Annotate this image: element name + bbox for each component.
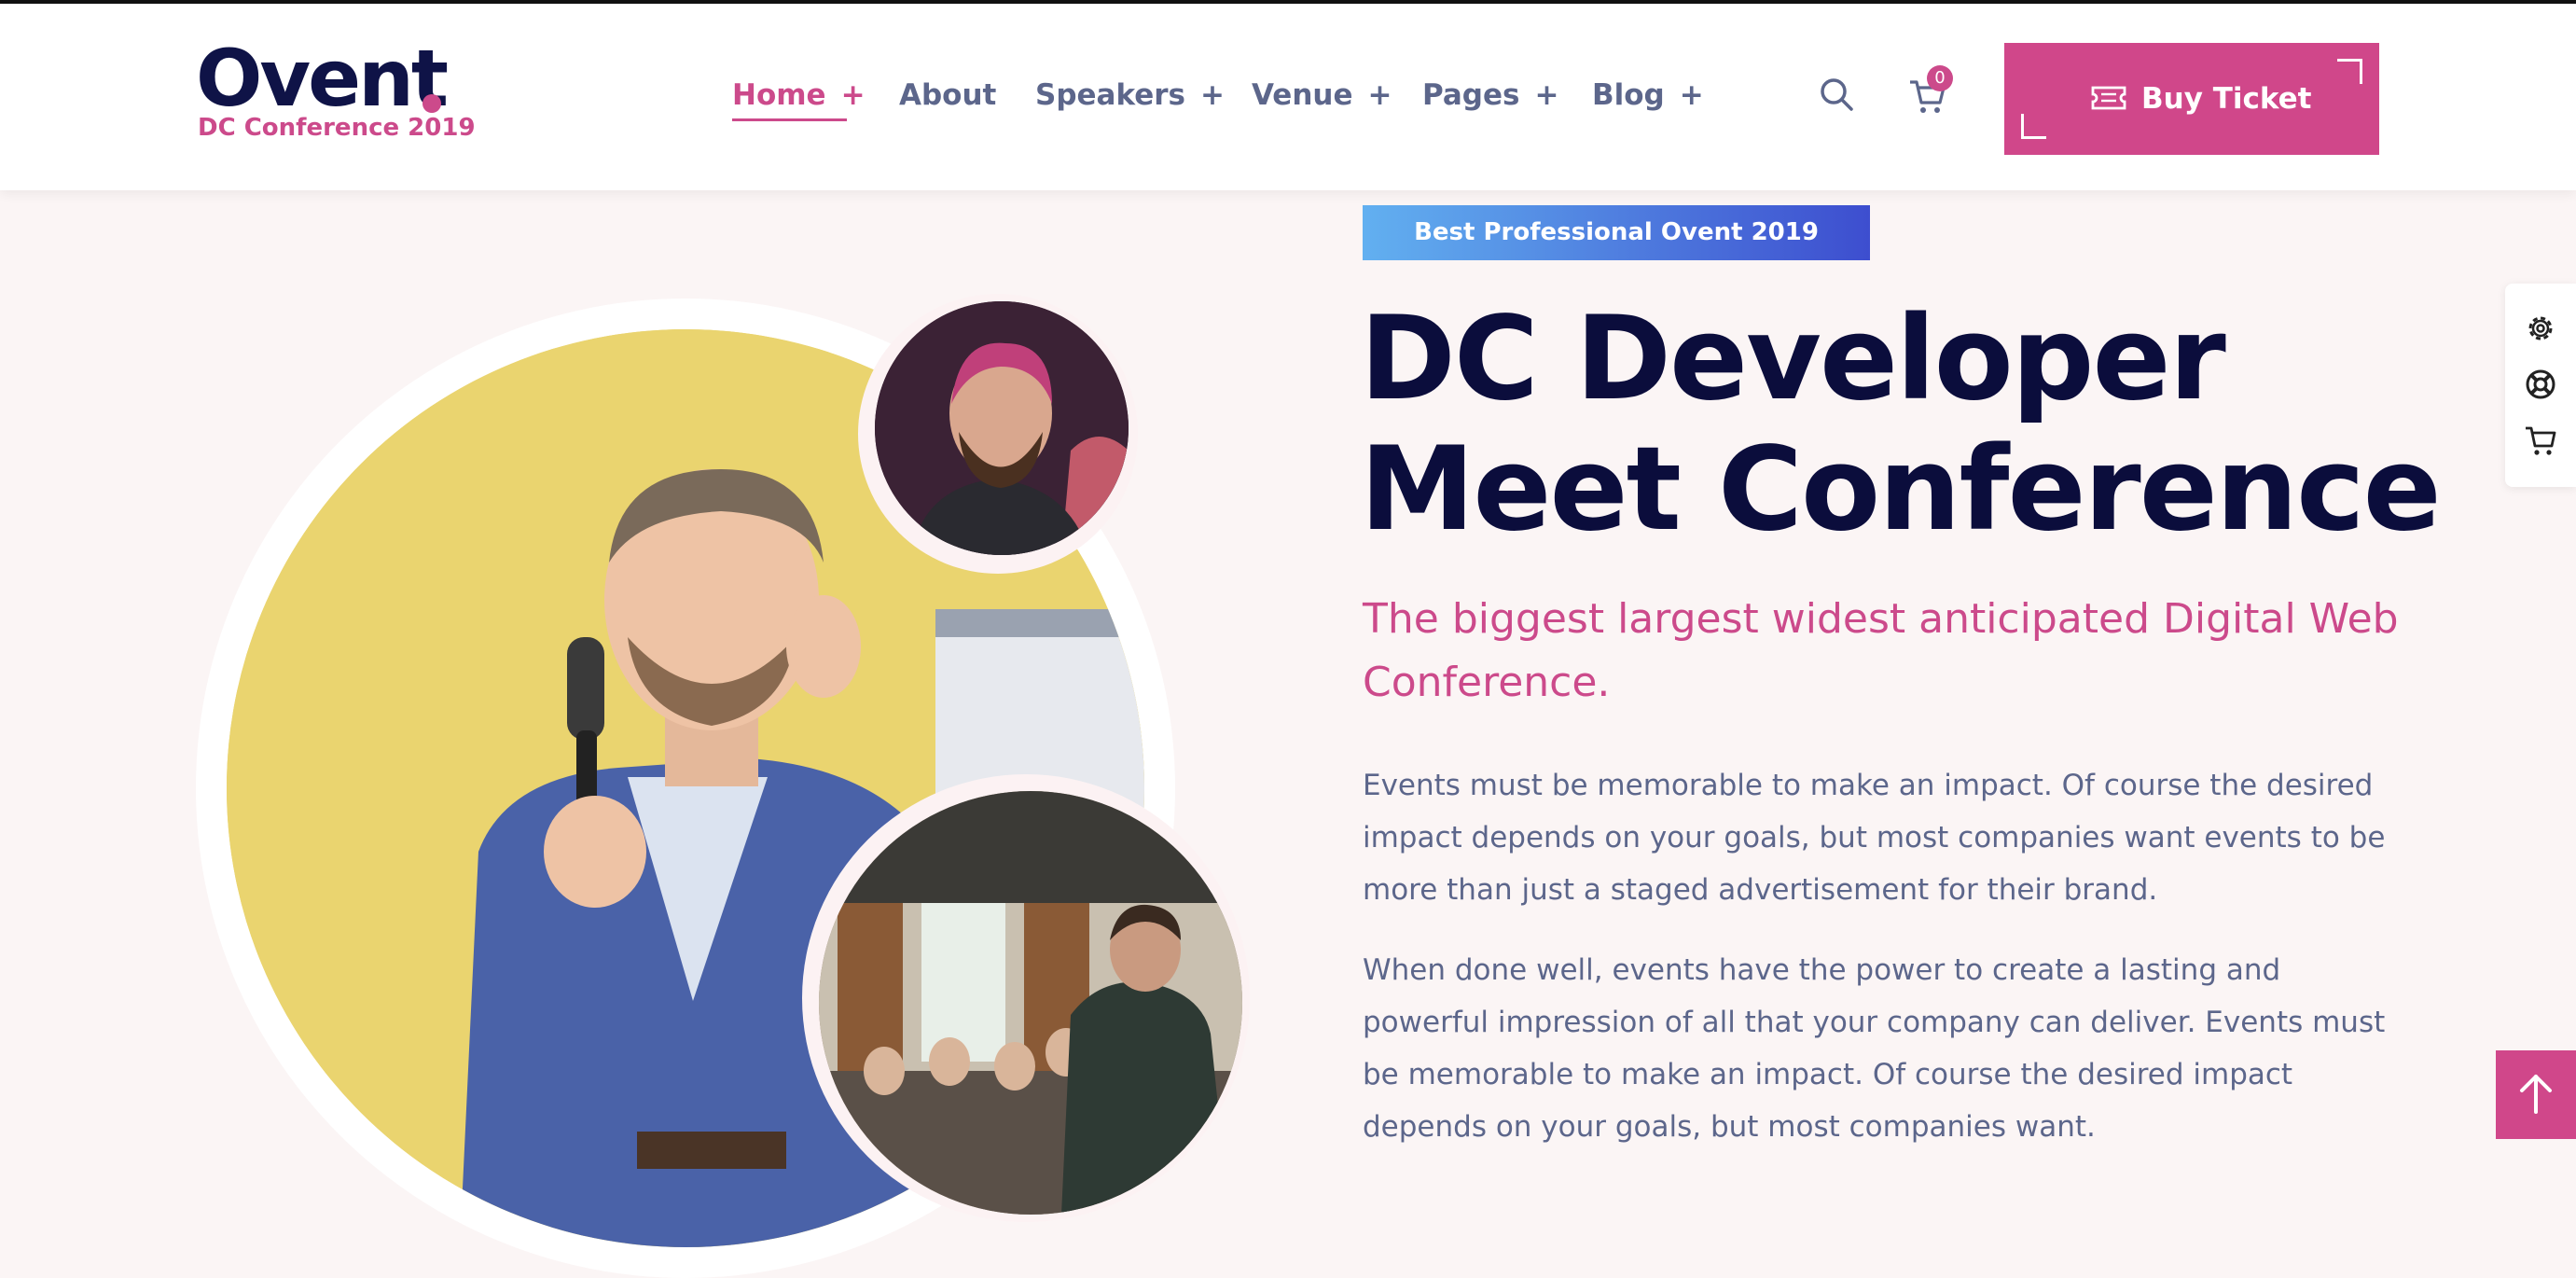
- cart-count-badge: 0: [1927, 65, 1953, 91]
- submenu-plus-icon: +: [1534, 78, 1559, 112]
- nav-item-home[interactable]: Home +: [732, 76, 866, 114]
- side-tools-panel: [2505, 284, 2576, 487]
- scroll-to-top-button[interactable]: [2496, 1050, 2576, 1139]
- submenu-plus-icon: +: [1367, 78, 1392, 112]
- logo-subtitle: DC Conference 2019: [198, 114, 476, 142]
- nav-item-label: About: [899, 78, 997, 112]
- submenu-plus-icon: +: [1200, 78, 1225, 112]
- active-nav-underline: [732, 118, 847, 121]
- hero-tag-badge: Best Professional Ovent 2019: [1363, 205, 1870, 260]
- buy-ticket-button[interactable]: Buy Ticket: [2004, 43, 2379, 155]
- search-icon[interactable]: [1817, 75, 1858, 116]
- nav-item-venue[interactable]: Venue +: [1252, 76, 1392, 114]
- nav-item-about[interactable]: About: [899, 76, 996, 114]
- nav-item-speakers[interactable]: Speakers +: [1035, 76, 1225, 114]
- audience-image: [819, 791, 1242, 1215]
- hero-title-line2: Meet Conference: [1360, 423, 2442, 557]
- hero-title: DC Developer Meet Conference: [1360, 294, 2479, 555]
- nav-item-label: Home: [732, 78, 826, 112]
- ticket-icon: [2090, 84, 2127, 116]
- speaker-thumbnail-image: [875, 301, 1129, 555]
- nav-item-label: Blog: [1592, 78, 1665, 112]
- hero-title-line1: DC Developer: [1360, 292, 2226, 426]
- gear-icon[interactable]: [2524, 312, 2557, 345]
- nav-item-label: Pages: [1422, 78, 1520, 112]
- logo-dot: [422, 94, 441, 113]
- lifebuoy-icon[interactable]: [2524, 368, 2557, 401]
- nav-item-label: Venue: [1252, 78, 1353, 112]
- arrow-up-icon: [2496, 1075, 2576, 1143]
- hero-paragraph-2: When done well, events have the power to…: [1363, 953, 2386, 1144]
- nav-item-label: Speakers: [1035, 78, 1186, 112]
- hero-paragraph-1: Events must be memorable to make an impa…: [1363, 769, 2386, 907]
- buy-ticket-label: Buy Ticket: [2141, 82, 2312, 116]
- hero-subtitle: The biggest largest widest anticipated D…: [1363, 595, 2399, 706]
- nav-item-pages[interactable]: Pages +: [1422, 76, 1558, 114]
- corner-decoration: [2021, 114, 2046, 139]
- nav-item-blog[interactable]: Blog +: [1592, 76, 1704, 114]
- corner-decoration: [2337, 59, 2362, 84]
- logo-wordmark: Ovent: [196, 33, 449, 124]
- submenu-plus-icon: +: [1679, 78, 1704, 112]
- cart-icon[interactable]: [2524, 424, 2557, 457]
- submenu-plus-icon: +: [840, 78, 866, 112]
